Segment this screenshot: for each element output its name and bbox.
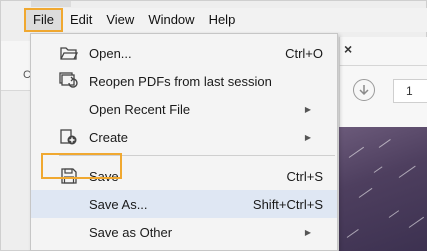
left-panel-fragment bbox=[1, 41, 31, 91]
menu-item-save-as[interactable]: Save As... Shift+Ctrl+S bbox=[31, 190, 337, 218]
menu-edit[interactable]: Edit bbox=[63, 8, 99, 32]
document-view bbox=[339, 127, 427, 251]
tab-close-icon[interactable]: × bbox=[344, 41, 352, 57]
reopen-pdfs-icon bbox=[59, 71, 79, 91]
menu-bar: File Edit View Window Help bbox=[24, 8, 427, 32]
title-bar-fragment bbox=[31, 1, 71, 7]
menu-item-open-recent-file[interactable]: Open Recent File ▶ bbox=[31, 95, 337, 123]
menu-item-open[interactable]: Open... Ctrl+O bbox=[31, 39, 337, 67]
menu-item-label: Reopen PDFs from last session bbox=[89, 73, 272, 89]
create-document-icon bbox=[59, 127, 79, 147]
menu-item-label: Save As... bbox=[89, 196, 148, 212]
submenu-arrow-icon: ▶ bbox=[304, 104, 311, 114]
menu-file[interactable]: File bbox=[24, 8, 63, 32]
menu-item-shortcut: Ctrl+S bbox=[286, 168, 323, 184]
menu-item-label: Open... bbox=[89, 45, 132, 61]
submenu-arrow-icon: ▶ bbox=[304, 227, 311, 237]
menu-view[interactable]: View bbox=[99, 8, 141, 32]
menu-item-save-as-other[interactable]: Save as Other ▶ bbox=[31, 218, 337, 246]
menu-item-label: Save as Other bbox=[89, 224, 173, 240]
open-folder-icon bbox=[59, 43, 79, 63]
submenu-arrow-icon: ▶ bbox=[304, 132, 311, 142]
scroll-down-icon[interactable] bbox=[353, 79, 375, 101]
toolbar-divider bbox=[339, 65, 427, 66]
menu-item-create[interactable]: Create ▶ bbox=[31, 123, 337, 151]
menu-help[interactable]: Help bbox=[202, 8, 243, 32]
menu-item-reopen-pdfs[interactable]: Reopen PDFs from last session bbox=[31, 67, 337, 95]
menu-item-label: Create bbox=[89, 129, 129, 145]
menu-item-label: Open Recent File bbox=[89, 101, 191, 117]
save-as-highlight-box bbox=[41, 153, 122, 179]
menu-item-shortcut: Ctrl+O bbox=[285, 45, 323, 61]
menu-window[interactable]: Window bbox=[141, 8, 201, 32]
menu-item-shortcut: Shift+Ctrl+S bbox=[252, 196, 323, 212]
page-number-input[interactable]: 1 bbox=[393, 79, 427, 103]
file-menu-dropdown: Open... Ctrl+O Reopen PDFs from last ses… bbox=[30, 33, 338, 251]
